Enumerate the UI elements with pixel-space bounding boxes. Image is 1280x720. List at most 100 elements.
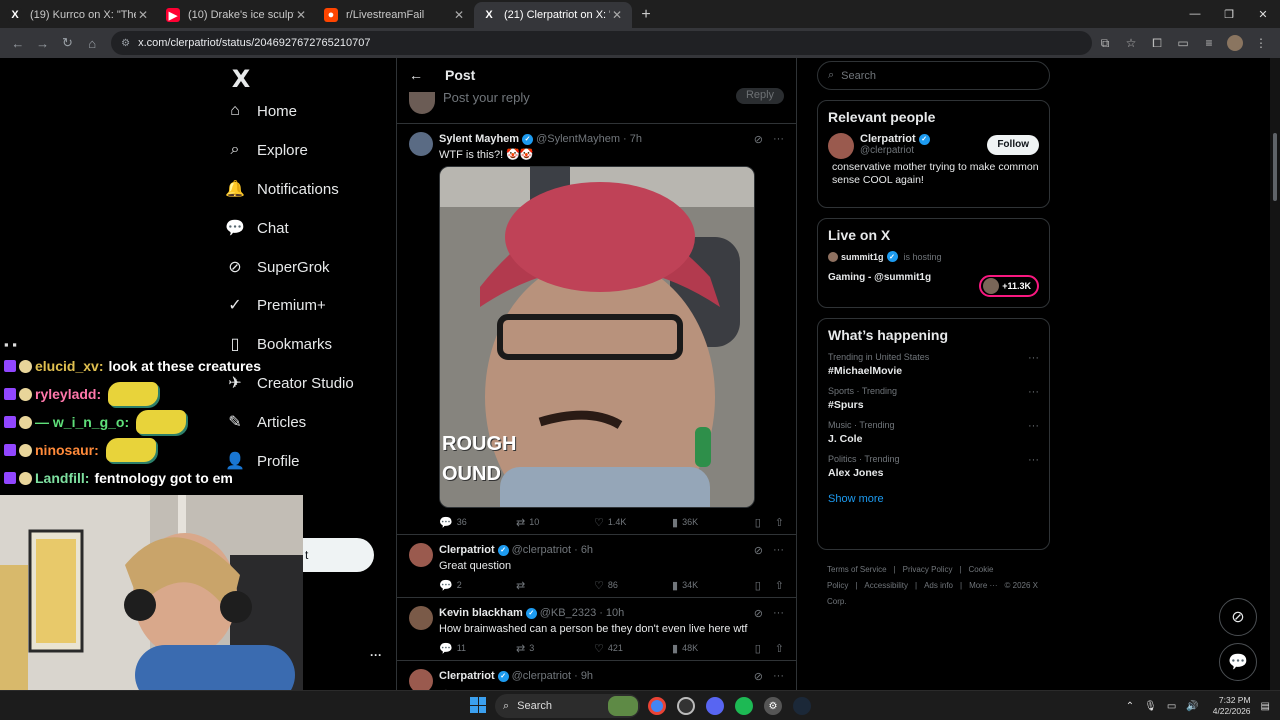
forward-arrow-icon[interactable]: → [31,31,55,55]
more-icon[interactable]: ··· [773,544,784,556]
share-icon[interactable]: ⇧ [775,516,784,529]
trend-item[interactable]: Trending in United States #MichaelMovie ··… [828,352,1039,377]
system-clock[interactable]: 7:32 PM 4/22/2026 [1213,695,1251,717]
grok-icon[interactable]: ⊘ [754,607,763,620]
screenshot-icon[interactable]: ⧉ [1092,31,1118,55]
new-tab-button[interactable]: + [632,2,660,28]
search-input[interactable]: ⌕ Search [817,61,1050,90]
repost-button[interactable]: ⇄ [516,579,594,592]
avatar[interactable] [409,669,433,690]
footer-link[interactable]: Accessibility [864,581,908,590]
timestamp[interactable]: · 9h [574,670,593,682]
share-icon[interactable]: ⇧ [775,642,784,655]
grok-icon[interactable]: ⊘ [754,670,763,683]
handle[interactable]: @clerpatriot [512,544,571,556]
reply-button[interactable]: Reply [736,88,784,104]
trend-name[interactable]: Alex Jones [828,467,1039,479]
footer-link[interactable]: More ··· [969,581,997,590]
spotify-icon[interactable] [735,697,753,715]
reply-button[interactable]: 💬 2 [439,579,516,592]
more-icon[interactable]: ··· [1028,352,1039,364]
live-host[interactable]: summit1g ✓ is hosting [828,251,1039,262]
more-icon[interactable]: ··· [1028,454,1039,466]
footer-link[interactable]: Privacy Policy [903,565,953,574]
extensions-icon[interactable]: ⧠ [1144,31,1170,55]
taskbar-search[interactable]: ⌕ Search [495,694,640,718]
avatar[interactable] [409,132,433,156]
timestamp[interactable]: · 6h [574,544,593,556]
trend-item[interactable]: Music · Trending J. Cole ··· [828,420,1039,445]
discord-icon[interactable] [706,697,724,715]
chrome-icon[interactable] [648,697,666,715]
like-button[interactable]: ♡ 1.4K [594,516,672,529]
grok-icon[interactable]: ⊘ [754,133,763,146]
page-scrollbar[interactable] [1270,58,1280,690]
browser-tab[interactable]: ▶ (10) Drake's ice sculpture draws✕ [158,2,316,28]
account-more-icon[interactable]: ··· [370,648,382,662]
tweet-video[interactable]: ROUGH OUND [439,166,755,508]
settings-icon[interactable]: ⚙ [764,697,782,715]
reply-button[interactable]: 💬 36 [439,516,516,529]
messages-button[interactable]: 💬 [1219,643,1257,681]
tweet[interactable]: Clerpatriot✓@clerpatriot· 9h ⊘ ···💬⇄♡▮▯⇧ [397,661,796,690]
notification-center-icon[interactable]: ▤ [1261,701,1270,712]
menu-icon[interactable]: ⋮ [1248,31,1274,55]
views-button[interactable]: ▮ 48K [672,642,732,655]
show-more-link[interactable]: Show more [828,493,1039,505]
profile-avatar-icon[interactable] [1227,35,1244,51]
browser-tab[interactable]: X (19) Kurrco on X: "The 100 hott✕ [0,2,158,28]
trend-item[interactable]: Politics · Trending Alex Jones ··· [828,454,1039,479]
tweet[interactable]: Kevin blackham ✓ @KB_2323 · 10h ⊘ ··· How brai… [397,598,796,661]
display-name[interactable]: Clerpatriot [439,670,495,682]
obs-icon[interactable] [677,697,695,715]
close-tab-icon[interactable]: ✕ [294,8,308,22]
trend-item[interactable]: Sports · Trending #Spurs ··· [828,386,1039,411]
display-name[interactable]: Kevin blackham [439,607,523,619]
nav-item-notifications[interactable]: 🔔 Notifications [225,174,339,204]
handle[interactable]: @KB_2323 [540,607,596,619]
more-icon[interactable]: ··· [773,607,784,619]
nav-item-explore[interactable]: ⌕ Explore [226,135,308,165]
site-info-icon[interactable]: ⚙ [121,38,130,49]
back-arrow-icon[interactable]: ← [6,31,30,55]
steam-icon[interactable] [793,697,811,715]
display-name[interactable]: Sylent Mayhem [439,133,519,145]
live-listener-count[interactable]: +11.3K [979,275,1039,297]
like-button[interactable]: ♡ 86 [594,579,672,592]
nav-item-supergrok[interactable]: ⊘ SuperGrok [226,252,329,282]
close-tab-icon[interactable]: ✕ [136,8,150,22]
close-tab-icon[interactable]: ✕ [610,8,624,22]
volume-icon[interactable]: 🔊 [1186,701,1198,712]
nav-item-chat[interactable]: 💬 Chat [225,213,289,243]
more-icon[interactable]: ··· [773,670,784,682]
windows-start-icon[interactable] [470,697,486,713]
timestamp[interactable]: · 10h [599,607,624,619]
timestamp[interactable]: · 7h [623,133,642,145]
maximize-icon[interactable]: ❐ [1212,0,1246,28]
close-tab-icon[interactable]: ✕ [452,8,466,22]
bookmark-icon[interactable]: ▯ [755,579,761,592]
tweet[interactable]: Sylent Mayhem ✓ @SylentMayhem · 7h ⊘ ··· WTF i… [397,124,796,535]
handle[interactable]: @SylentMayhem [536,133,620,145]
close-window-icon[interactable]: ✕ [1246,0,1280,28]
back-arrow-icon[interactable]: ← [409,67,429,83]
x-logo-icon[interactable]: X [226,64,256,94]
more-icon[interactable]: ··· [1028,420,1039,432]
tweet[interactable]: Clerpatriot ✓ @clerpatriot · 6h ⊘ ··· Great qu… [397,535,796,598]
browser-tab[interactable]: ● r/LivestreamFail ✕ [316,2,474,28]
network-icon[interactable]: ▭ [1167,701,1176,712]
bookmark-icon[interactable]: ▯ [755,516,761,529]
reply-button[interactable]: 💬 11 [439,642,516,655]
share-icon[interactable]: ⇧ [775,579,784,592]
more-icon[interactable]: ··· [1028,386,1039,398]
trend-name[interactable]: J. Cole [828,433,1039,445]
footer-link[interactable]: Terms of Service [827,565,887,574]
nav-item-premium[interactable]: ✓ Premium+ [226,290,325,320]
trend-name[interactable]: #MichaelMovie [828,365,1039,377]
nav-item-home[interactable]: ⌂ Home [226,96,297,126]
reply-composer[interactable]: Post your reply Reply [397,88,796,124]
reply-input[interactable]: Post your reply [443,90,530,105]
bookmark-star-icon[interactable]: ☆ [1118,31,1144,55]
footer-link[interactable]: Ads info [924,581,953,590]
minimize-icon[interactable]: — [1178,0,1212,28]
